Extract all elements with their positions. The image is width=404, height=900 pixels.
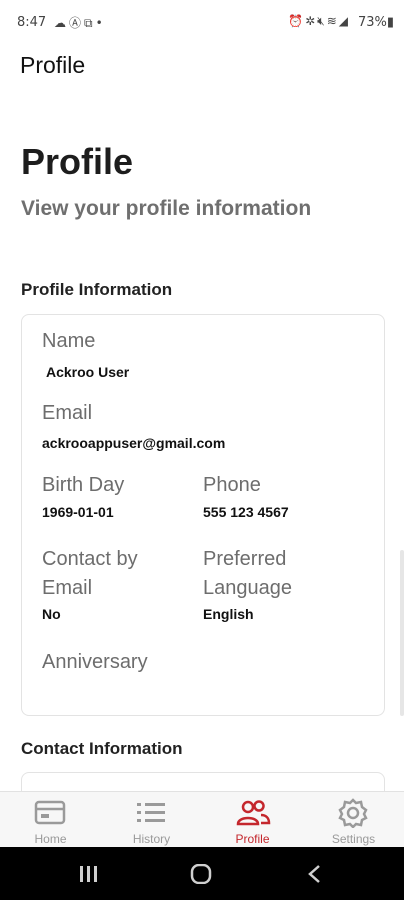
email-label: Email <box>42 402 93 424</box>
phone-value: 555 123 4567 <box>203 504 289 520</box>
nav-history-label: History <box>132 832 171 846</box>
birthday-label: Birth Day <box>42 474 125 496</box>
page-subtitle: View your profile information <box>21 197 312 220</box>
contact-by-email-label: Contact by Email <box>42 548 138 599</box>
email-value: ackrooappuser@gmail.com <box>42 435 226 451</box>
gear-icon <box>338 798 368 828</box>
status-time: 8:47 <box>17 15 47 30</box>
settings-small-icon: ✲ <box>305 14 318 28</box>
back-icon[interactable] <box>305 864 325 884</box>
nav-settings[interactable]: Settings <box>303 792 404 848</box>
preferred-language-value: English <box>203 606 254 622</box>
cloud-icon: ☁ <box>54 16 69 30</box>
n-badge-icon: ⧉ <box>84 16 96 30</box>
app-bar-title: Profile <box>20 52 86 78</box>
page-title: Profile <box>21 141 134 182</box>
phone-label: Phone <box>203 474 261 496</box>
list-icon <box>137 803 165 822</box>
status-left-icons: ☁Ⓐ⧉• <box>54 14 106 31</box>
wifi-icon: ≋ <box>326 14 339 28</box>
alarm-icon: ⏰ <box>288 14 306 28</box>
battery-level: 73%▮ <box>357 15 394 30</box>
contact-by-email-value: No <box>42 606 61 622</box>
status-bar: 8:47 ☁Ⓐ⧉• ⏰✲🔇︎≋◢ 73%▮ <box>0 0 404 46</box>
dot-icon: • <box>95 16 106 30</box>
battery-icon: ▮ <box>386 15 394 30</box>
signal-icon: ◢ <box>338 14 350 28</box>
anniversary-label: Anniversary <box>42 651 148 673</box>
people-icon <box>236 800 271 826</box>
status-right-icons: ⏰✲🔇︎≋◢ <box>288 14 350 29</box>
profile-section-title: Profile Information <box>21 280 173 299</box>
preferred-language-label: Preferred Language <box>203 548 292 599</box>
mute-icon: 🔇︎ <box>317 14 327 28</box>
recent-apps-icon[interactable] <box>78 864 100 884</box>
nav-settings-label: Settings <box>331 832 376 846</box>
home-icon[interactable] <box>190 864 212 884</box>
scrollbar[interactable] <box>400 550 404 716</box>
a-badge-icon: Ⓐ <box>69 16 85 30</box>
birthday-value: 1969-01-01 <box>42 504 114 520</box>
nav-home-label: Home <box>34 832 67 846</box>
nav-home[interactable]: Home <box>0 792 101 848</box>
nav-history[interactable]: History <box>101 792 202 848</box>
profile-info-card: Name Ackroo User Email ackrooappuser@gma… <box>21 314 385 716</box>
nav-profile[interactable]: Profile <box>202 792 303 848</box>
card-icon <box>34 800 66 825</box>
nav-profile-label: Profile <box>235 832 270 846</box>
name-label: Name <box>42 330 96 352</box>
name-value: Ackroo User <box>46 364 130 380</box>
bottom-nav: Home History Profile Settings <box>0 791 404 848</box>
system-nav-bar <box>0 847 404 900</box>
contact-section-title: Contact Information <box>21 739 183 758</box>
